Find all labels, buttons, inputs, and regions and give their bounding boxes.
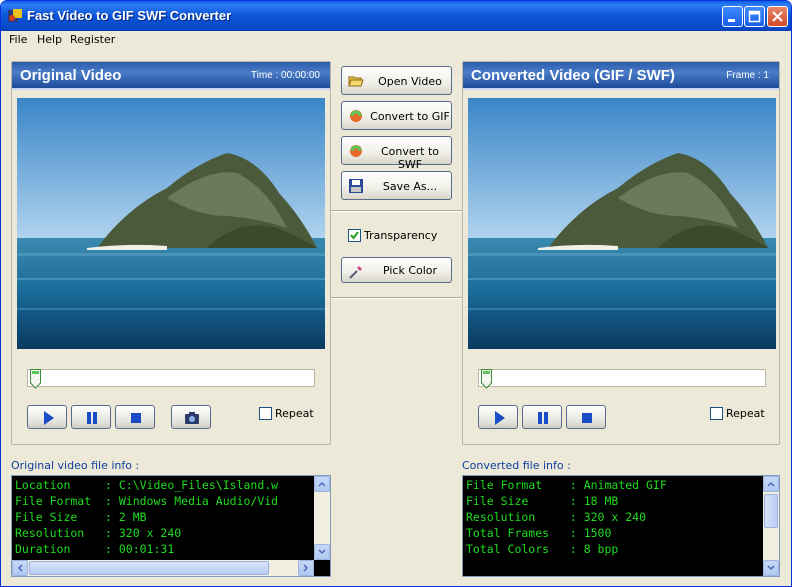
original-info-box[interactable]: Location : C:\Video_Files\Island.w File … [11, 475, 331, 577]
original-info-label: Original video file info : [11, 459, 140, 472]
transparency-label: Transparency [364, 229, 438, 242]
converted-repeat-label: Repeat [726, 407, 765, 420]
play-icon [495, 411, 505, 425]
maximize-button[interactable] [744, 6, 765, 27]
close-icon [772, 11, 783, 22]
divider [331, 297, 462, 299]
divider [331, 210, 462, 212]
scroll-up-button[interactable] [763, 476, 779, 492]
chevron-left-icon [17, 564, 23, 572]
pick-color-button[interactable]: Pick Color [341, 257, 452, 283]
info-row: Resolution : 320 x 240 [466, 510, 647, 524]
converted-info-box[interactable]: File Format : Animated GIF File Size : 1… [462, 475, 780, 577]
frame-readout: Frame : 1 [726, 70, 769, 81]
original-video-preview[interactable] [17, 98, 325, 349]
transparency-checkbox[interactable] [348, 229, 361, 242]
vertical-scrollbar[interactable] [763, 476, 779, 576]
horizontal-scrollbar[interactable] [12, 560, 314, 576]
info-row: Duration : 00:01:31 [15, 542, 175, 556]
scroll-right-button[interactable] [298, 560, 314, 576]
original-play-button[interactable] [27, 405, 67, 429]
minimize-button[interactable] [722, 6, 743, 27]
scroll-down-button[interactable] [763, 560, 779, 576]
maximize-icon [748, 10, 761, 23]
original-video-header: Original Video Time : 00:00:00 [12, 62, 330, 90]
folder-open-icon [348, 76, 364, 87]
island-image [468, 98, 776, 349]
scroll-thumb[interactable] [29, 561, 269, 575]
converted-info-label: Converted file info : [462, 459, 571, 472]
info-row: Resolution : 320 x 240 [15, 526, 182, 540]
info-row: File Size : 2 MB [15, 510, 147, 524]
info-row: File Format : Animated GIF [466, 478, 667, 492]
info-row: File Size : 18 MB [466, 494, 619, 508]
main-window: Fast Video to GIF SWF Converter File Hel… [0, 0, 792, 587]
eyedropper-icon [349, 266, 362, 279]
time-readout: Time : 00:00:00 [250, 70, 320, 81]
info-row: File Format : Windows Media Audio/Vid [15, 494, 279, 508]
original-repeat-checkbox[interactable] [259, 407, 272, 420]
snapshot-button[interactable] [171, 405, 211, 429]
pause-icon [87, 412, 97, 424]
converted-repeat-checkbox[interactable] [710, 407, 723, 420]
slider-thumb-icon[interactable] [481, 369, 492, 389]
pause-icon [538, 412, 548, 424]
title-bar[interactable]: Fast Video to GIF SWF Converter [1, 1, 791, 31]
converted-video-preview[interactable] [468, 98, 776, 349]
menu-register[interactable]: Register [70, 33, 115, 46]
scroll-down-button[interactable] [314, 544, 330, 560]
stop-icon [131, 413, 141, 423]
menu-bar: File Help Register [1, 31, 791, 49]
original-stop-button[interactable] [115, 405, 155, 429]
save-as-button[interactable]: Save As... [341, 171, 452, 200]
slider-thumb-icon[interactable] [30, 369, 41, 389]
chevron-right-icon [303, 564, 309, 572]
check-icon [350, 231, 359, 240]
vertical-scrollbar[interactable] [314, 476, 330, 560]
scroll-left-button[interactable] [12, 560, 28, 576]
converted-pause-button[interactable] [522, 405, 562, 429]
scroll-thumb[interactable] [764, 494, 778, 528]
convert-to-gif-button[interactable]: Convert to GIF [341, 101, 452, 130]
island-image [17, 98, 325, 349]
info-row: Location : C:\Video_Files\Island.w [15, 478, 279, 492]
menu-help[interactable]: Help [37, 33, 62, 46]
camera-icon [185, 412, 199, 424]
converted-video-header: Converted Video (GIF / SWF) Frame : 1 [463, 62, 779, 90]
original-video-title: Original Video [20, 67, 122, 84]
converted-video-title: Converted Video (GIF / SWF) [471, 67, 675, 84]
original-seek-slider[interactable] [27, 369, 315, 389]
menu-file[interactable]: File [9, 33, 27, 46]
floppy-disk-icon [349, 179, 363, 193]
converted-seek-slider[interactable] [478, 369, 766, 389]
converted-stop-button[interactable] [566, 405, 606, 429]
converted-play-button[interactable] [478, 405, 518, 429]
open-video-button[interactable]: Open Video [341, 66, 452, 95]
convert-icon [350, 110, 362, 122]
chevron-down-icon [318, 549, 326, 555]
info-row: Total Frames : 1500 [466, 526, 612, 540]
original-repeat-label: Repeat [275, 407, 314, 420]
stop-icon [582, 413, 592, 423]
app-icon [8, 9, 22, 22]
convert-to-swf-button[interactable]: Convert to SWF [341, 136, 452, 171]
minimize-icon [728, 19, 735, 22]
chevron-up-icon [318, 481, 326, 487]
convert-icon [350, 145, 362, 157]
close-button[interactable] [767, 6, 788, 27]
original-pause-button[interactable] [71, 405, 111, 429]
scroll-up-button[interactable] [314, 476, 330, 492]
window-title: Fast Video to GIF SWF Converter [27, 8, 232, 23]
info-row: Total Colors : 8 bpp [466, 542, 619, 556]
chevron-down-icon [767, 565, 775, 571]
chevron-up-icon [767, 481, 775, 487]
play-icon [44, 411, 54, 425]
